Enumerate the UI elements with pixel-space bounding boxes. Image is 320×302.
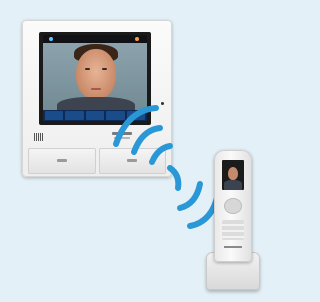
visitor-face [76, 49, 116, 99]
handset-visitor-shoulders [224, 180, 242, 190]
brand-logo [112, 132, 132, 135]
status-indicator-icon [49, 37, 53, 41]
handset-keypad[interactable] [222, 220, 244, 240]
monitor-off-button[interactable] [98, 148, 166, 174]
speaker-grille-icon [34, 133, 44, 141]
signal-wave-icon [177, 181, 203, 211]
monitor-screen-bezel [39, 32, 151, 125]
model-label-mark [114, 137, 130, 139]
monitor-led-indicator [161, 102, 164, 105]
screen-menu-key [45, 111, 64, 120]
screen-status-bar [43, 35, 147, 43]
handset-visitor-face [228, 167, 238, 180]
visitor-eye [85, 68, 90, 70]
screen-menu-key [126, 111, 146, 120]
visitor-eye [102, 68, 107, 70]
screen-menu-key [85, 111, 105, 120]
handset-navigation-button[interactable] [224, 198, 242, 214]
product-scene [0, 0, 272, 302]
indoor-video-monitor [22, 20, 172, 177]
cordless-monitor-handset [214, 150, 252, 262]
status-indicator-icon [135, 37, 139, 41]
handset-screen [222, 160, 244, 190]
visitor-mouth [91, 88, 101, 90]
handset-brand-logo [224, 246, 242, 248]
button-label-mark [56, 159, 67, 162]
monitor-screen [43, 35, 147, 121]
monitor-button-row [28, 148, 166, 174]
button-label-mark [127, 159, 138, 162]
screen-menu-key [106, 111, 125, 120]
monitor-talk-button[interactable] [28, 148, 96, 174]
screen-menu-key [65, 111, 84, 120]
screen-menu-bar [43, 110, 147, 121]
